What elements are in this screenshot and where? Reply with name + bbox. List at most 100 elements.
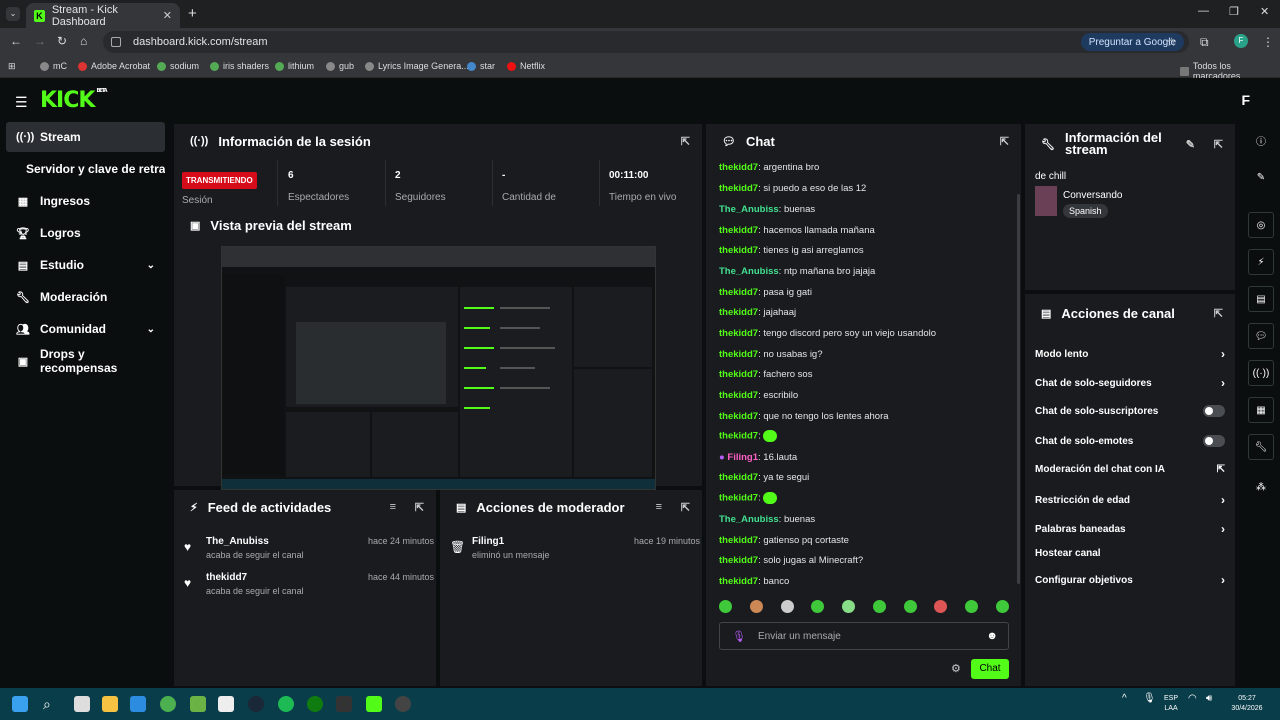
emote-icon[interactable]: [749, 600, 763, 613]
bookmark-item[interactable]: Netflix: [507, 61, 545, 71]
language-indicator[interactable]: ESP LAA: [1164, 694, 1178, 714]
extensions-icon[interactable]: ⧉: [1200, 35, 1209, 50]
chat-icon[interactable]: 💬︎: [1248, 323, 1274, 349]
sidebar-item-community[interactable]: 👥︎ Comunidad ⌄: [6, 314, 165, 344]
volume-icon[interactable]: 🔊︎: [1206, 694, 1212, 704]
task-view-icon[interactable]: [74, 696, 90, 712]
action-slow-mode[interactable]: Modo lento ›: [1035, 347, 1225, 361]
chat-settings-icon[interactable]: ⚙: [951, 662, 961, 675]
apps-icon[interactable]: ⊞: [8, 61, 16, 72]
store-icon[interactable]: [130, 696, 146, 712]
filter-icon[interactable]: ≡: [390, 501, 396, 513]
star-icon[interactable]: ☆: [1166, 35, 1177, 49]
sidebar-item-drops[interactable]: ▣ Drops y recompensas: [6, 346, 165, 376]
xbox-icon[interactable]: [307, 696, 323, 712]
chat-username[interactable]: thekidd7: [719, 390, 758, 401]
bookmark-item[interactable]: iris shaders: [210, 61, 269, 71]
action-followers-only[interactable]: Chat de solo-seguidores ›: [1035, 376, 1225, 390]
chat-username[interactable]: thekidd7: [719, 472, 758, 483]
close-window-icon[interactable]: ✕: [1260, 5, 1269, 18]
edit-icon[interactable]: ✎: [1186, 138, 1195, 151]
bookmark-item[interactable]: sodium: [157, 61, 199, 71]
chat-username[interactable]: The_Anubiss: [719, 266, 779, 277]
home-icon[interactable]: ⌂: [80, 34, 87, 48]
sidebar-item-income[interactable]: ▦ Ingresos: [6, 186, 165, 216]
clip-icon[interactable]: ◎: [1248, 212, 1274, 238]
popout-icon[interactable]: ⇱: [1214, 307, 1223, 320]
chat-username[interactable]: thekidd7: [719, 369, 758, 380]
edit-icon[interactable]: ✎: [1248, 164, 1274, 190]
sidebar-item-stream[interactable]: ((·)) Stream: [6, 122, 165, 152]
chat-username[interactable]: thekidd7: [719, 162, 758, 173]
chat-username[interactable]: thekidd7: [719, 245, 758, 256]
emote-icon[interactable]: [842, 600, 856, 613]
chat-username[interactable]: The_Anubiss: [719, 514, 779, 525]
bookmark-item[interactable]: Lyrics Image Genera...: [365, 61, 469, 71]
chat-username[interactable]: thekidd7: [719, 535, 758, 546]
chat-username[interactable]: thekidd7: [719, 183, 758, 194]
site-info-icon[interactable]: [111, 37, 121, 47]
popout-icon[interactable]: ⇱: [681, 501, 690, 514]
reload-icon[interactable]: ↻: [57, 34, 67, 48]
tab-list-button[interactable]: ⌄: [6, 7, 20, 21]
info-icon[interactable]: ⓘ: [1248, 127, 1274, 153]
chat-username[interactable]: thekidd7: [719, 493, 758, 504]
terminal-icon[interactable]: [336, 696, 352, 712]
action-ai-moderation[interactable]: Moderación del chat con IA ⇱: [1035, 464, 1225, 475]
clock[interactable]: 05:27 30/4/2026: [1222, 694, 1272, 714]
chrome-icon[interactable]: [160, 696, 176, 712]
popout-icon[interactable]: ⇱: [1000, 135, 1009, 148]
steam-icon[interactable]: [248, 696, 264, 712]
chat-username[interactable]: thekidd7: [719, 349, 758, 360]
chat-username[interactable]: Filing1: [727, 452, 758, 463]
popout-icon[interactable]: ⇱: [1214, 138, 1223, 151]
chevron-up-icon[interactable]: ^: [1122, 694, 1127, 704]
emote-icon[interactable]: [995, 600, 1009, 613]
restore-icon[interactable]: ❐: [1229, 5, 1239, 18]
bookmark-item[interactable]: gub: [326, 61, 354, 71]
start-icon[interactable]: [12, 696, 28, 712]
bookmark-item[interactable]: lithium: [275, 61, 314, 71]
kick-app-icon[interactable]: [366, 696, 382, 712]
lightning-icon[interactable]: ⚡︎: [1248, 249, 1274, 275]
menu-icon[interactable]: ⋮: [1262, 35, 1274, 49]
emote-icon[interactable]: [872, 600, 886, 613]
chat-username[interactable]: thekidd7: [719, 287, 758, 298]
subscribers-only-toggle[interactable]: [1203, 405, 1225, 417]
chat-username[interactable]: thekidd7: [719, 555, 758, 566]
mod-icon[interactable]: ▦: [1248, 397, 1274, 423]
share-icon[interactable]: ⁂: [1248, 474, 1274, 500]
emote-icon[interactable]: [780, 600, 794, 613]
emote-icon[interactable]: [811, 600, 825, 613]
popout-icon[interactable]: ⇱: [415, 501, 424, 514]
broadcast-icon[interactable]: ((·)): [1248, 360, 1274, 386]
emoji-picker-icon[interactable]: ☻: [986, 630, 998, 642]
chat-scrollbar[interactable]: [1017, 194, 1020, 584]
new-tab-button[interactable]: +: [188, 5, 197, 22]
action-host-channel[interactable]: Hostear canal: [1035, 548, 1225, 559]
user-menu[interactable]: F: [1241, 92, 1250, 108]
emote-icon[interactable]: [934, 600, 948, 613]
kick-logo[interactable]: KICK BETA: [40, 88, 108, 113]
forward-icon[interactable]: →: [34, 34, 46, 48]
back-icon[interactable]: ←: [10, 34, 22, 48]
action-banned-words[interactable]: Palabras baneadas ›: [1035, 522, 1225, 536]
close-tab-icon[interactable]: ✕: [163, 9, 172, 22]
sidebar-item-moderation[interactable]: 🔧︎ Moderación: [6, 282, 165, 312]
bookmark-item[interactable]: star: [467, 61, 495, 71]
profile-avatar[interactable]: F: [1234, 34, 1248, 48]
sidebar-item-server-key[interactable]: Servidor y clave de retransmisión: [6, 154, 165, 184]
spotify-icon[interactable]: [278, 696, 294, 712]
chat-username[interactable]: thekidd7: [719, 307, 758, 318]
emote-icon[interactable]: [965, 600, 979, 613]
search-icon[interactable]: ⌕: [43, 696, 59, 712]
wrench-icon[interactable]: 🔧︎: [1248, 434, 1274, 460]
file-explorer-icon[interactable]: [102, 696, 118, 712]
notes-icon[interactable]: ▤: [1248, 286, 1274, 312]
chat-send-button[interactable]: Chat: [971, 659, 1009, 679]
action-age-restriction[interactable]: Restricción de edad ›: [1035, 493, 1225, 507]
hamburger-icon[interactable]: ☰: [15, 94, 28, 111]
emote-icon[interactable]: [719, 600, 732, 613]
bookmark-item[interactable]: Adobe Acrobat: [78, 61, 150, 71]
stream-preview[interactable]: [221, 246, 656, 490]
